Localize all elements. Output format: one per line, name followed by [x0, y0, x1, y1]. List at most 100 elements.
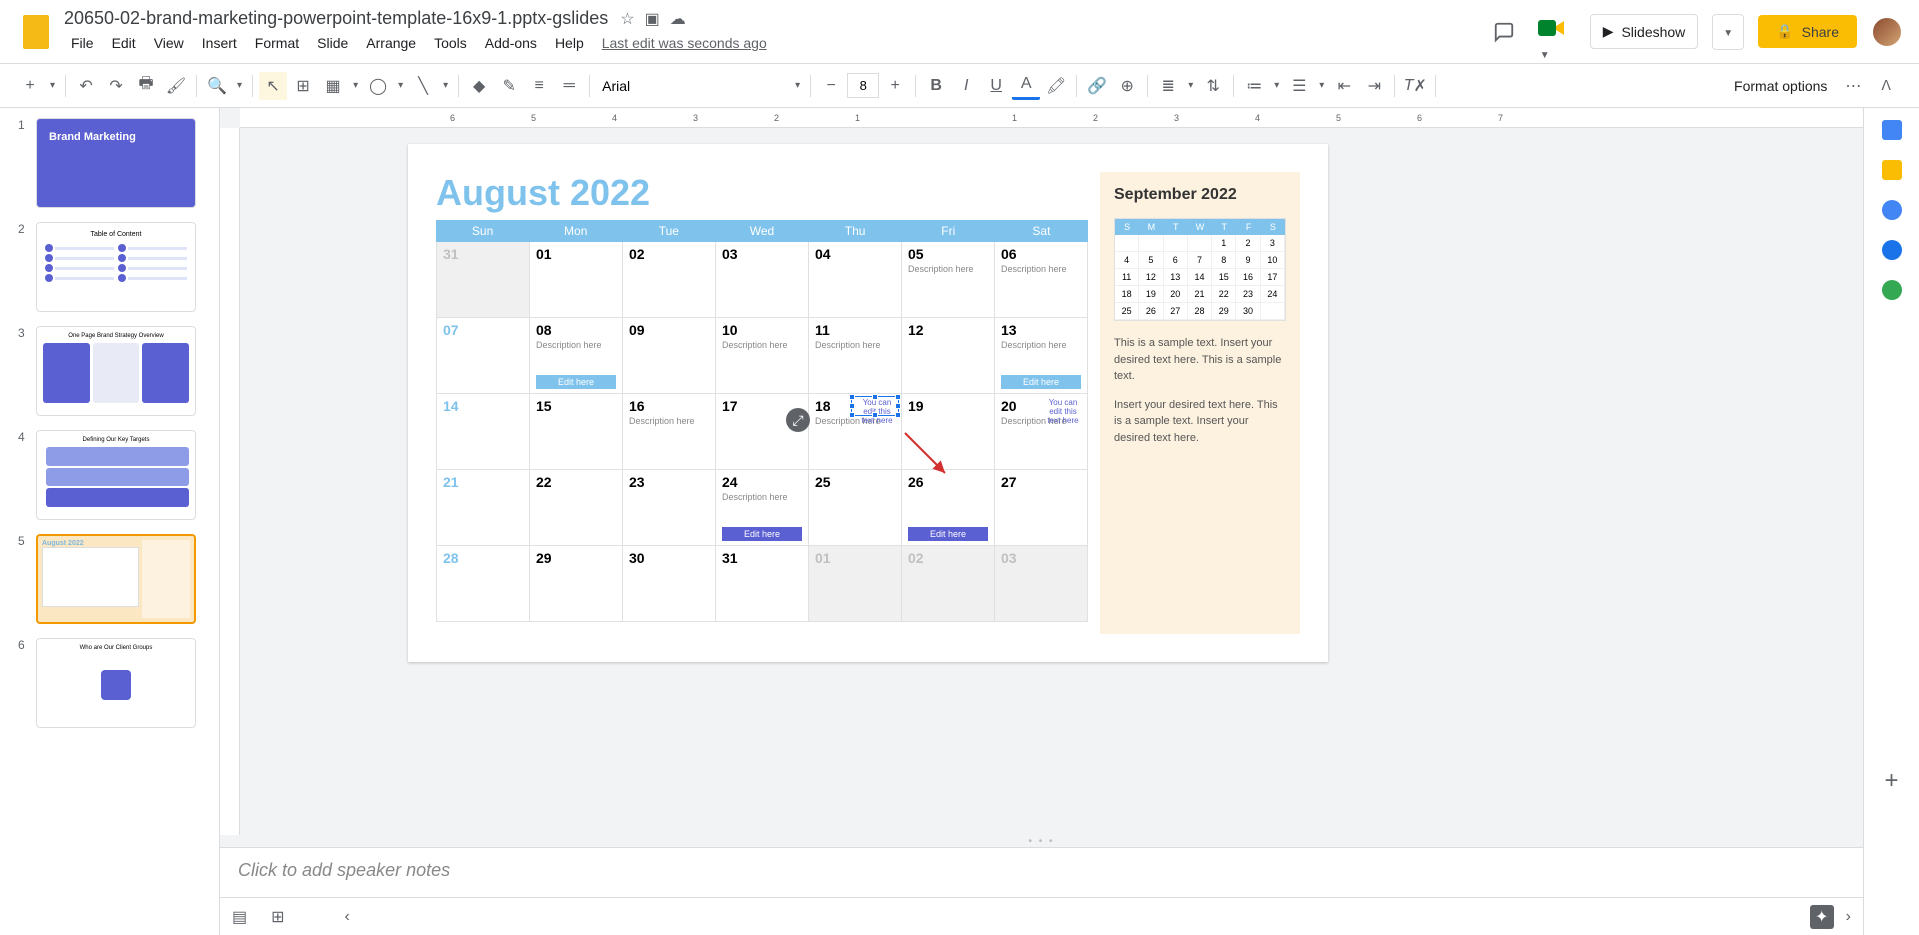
slide-thumb-1[interactable]: 1 Brand Marketing [18, 118, 215, 208]
calendar-cell[interactable]: 28 [437, 546, 530, 622]
calendar-cell[interactable]: 01 [809, 546, 902, 622]
account-avatar[interactable] [1871, 16, 1903, 48]
calendar-cell[interactable]: 17 [716, 394, 809, 470]
calendar-cell[interactable]: 14 [437, 394, 530, 470]
calendar-cell[interactable]: 02 [623, 242, 716, 318]
size-increase-button[interactable]: + [881, 72, 909, 100]
line-tool[interactable]: ╲ [409, 72, 437, 100]
slide-canvas[interactable]: August 2022 Sun Mon Tue Wed Thu Fri Sat … [408, 144, 1328, 662]
shape-dropdown[interactable]: ▾ [394, 80, 407, 91]
calendar-cell[interactable]: 12 [902, 318, 995, 394]
font-select[interactable] [596, 78, 789, 94]
cloud-icon[interactable]: ☁ [670, 9, 686, 29]
contacts-app-icon[interactable] [1882, 240, 1902, 260]
undo-button[interactable]: ↶ [72, 72, 100, 100]
calendar-cell[interactable]: 13Description hereEdit here [995, 318, 1088, 394]
slide-thumb-3[interactable]: 3 One Page Brand Strategy Overview [18, 326, 215, 416]
new-slide-dropdown[interactable]: ▾ [46, 80, 59, 91]
border-dash-button[interactable]: ═ [555, 72, 583, 100]
shape-tool[interactable]: ◯ [364, 72, 392, 100]
notes-splitter[interactable]: • • • [220, 835, 1863, 847]
slide-thumb-2[interactable]: 2 Table of Content [18, 222, 215, 312]
calendar-cell[interactable]: 07 [437, 318, 530, 394]
menu-arrange[interactable]: Arrange [359, 31, 423, 55]
redo-button[interactable]: ↷ [102, 72, 130, 100]
calendar-cell[interactable]: 15 [530, 394, 623, 470]
line-spacing-button[interactable]: ⇅ [1199, 72, 1227, 100]
calendar-app-icon[interactable] [1882, 120, 1902, 140]
font-size-input[interactable] [847, 73, 879, 98]
fill-color-button[interactable]: ◆ [465, 72, 493, 100]
last-edit[interactable]: Last edit was seconds ago [595, 31, 774, 55]
slides-panel[interactable]: 1 Brand Marketing 2 Table of Content 3 O… [0, 108, 220, 935]
maps-app-icon[interactable] [1882, 280, 1902, 300]
comments-icon[interactable] [1486, 14, 1522, 50]
numbered-list-button[interactable]: ≔ [1240, 72, 1268, 100]
highlight-button[interactable]: 🖍 [1042, 72, 1070, 100]
calendar-cell[interactable]: 21 [437, 470, 530, 546]
align-button[interactable]: ≣ [1154, 72, 1182, 100]
sample-text-1[interactable]: This is a sample text. Insert your desir… [1114, 335, 1286, 385]
add-app-button[interactable]: + [1884, 767, 1898, 795]
sample-text-2[interactable]: Insert your desired text here. This is a… [1114, 397, 1286, 447]
rotation-handle-icon[interactable]: ⤢ [786, 408, 810, 432]
size-decrease-button[interactable]: − [817, 72, 845, 100]
menu-file[interactable]: File [64, 31, 101, 55]
zoom-button[interactable]: 🔍 [203, 72, 231, 100]
bottom-next-button[interactable]: › [1846, 908, 1851, 926]
calendar-cell[interactable]: 25 [809, 470, 902, 546]
calendar-cell[interactable]: 11Description here [809, 318, 902, 394]
slide-thumb-6[interactable]: 6 Who are Our Client Groups [18, 638, 215, 728]
menu-slide[interactable]: Slide [310, 31, 355, 55]
menu-tools[interactable]: Tools [427, 31, 474, 55]
bold-button[interactable]: B [922, 72, 950, 100]
bulleted-dropdown[interactable]: ▾ [1315, 80, 1328, 91]
filmstrip-view-button[interactable]: ▤ [232, 907, 247, 927]
calendar-cell[interactable]: 18You can edit this text hereDescription… [809, 394, 902, 470]
calendar-cell[interactable]: 05Description here [902, 242, 995, 318]
border-weight-button[interactable]: ≡ [525, 72, 553, 100]
grid-view-button[interactable]: ⊞ [271, 907, 284, 927]
calendar-cell[interactable]: 09 [623, 318, 716, 394]
mini-calendar-panel[interactable]: September 2022 SMTWTFS 12345678910111213… [1100, 172, 1300, 634]
calendar-cell[interactable]: 03 [995, 546, 1088, 622]
calendar-cell[interactable]: 16Description here [623, 394, 716, 470]
doc-title[interactable]: 20650-02-brand-marketing-powerpoint-temp… [64, 8, 608, 29]
image-tool[interactable]: ▦ [319, 72, 347, 100]
paint-format-button[interactable]: 🖌 [162, 72, 190, 100]
meet-icon[interactable]: ▼ [1536, 16, 1576, 48]
image-dropdown[interactable]: ▾ [349, 80, 362, 91]
more-button[interactable]: ⋯ [1839, 72, 1867, 100]
italic-button[interactable]: I [952, 72, 980, 100]
calendar-cell[interactable]: 08Description hereEdit here [530, 318, 623, 394]
calendar-cell[interactable]: 22 [530, 470, 623, 546]
slides-logo[interactable] [16, 12, 56, 52]
zoom-dropdown[interactable]: ▾ [233, 80, 246, 91]
slideshow-dropdown[interactable]: ▼ [1712, 14, 1744, 50]
calendar-grid[interactable]: 310102030405Description here06Descriptio… [436, 242, 1088, 622]
clear-format-button[interactable]: T✗ [1401, 72, 1429, 100]
star-icon[interactable]: ☆ [620, 9, 634, 29]
calendar-cell[interactable]: 02 [902, 546, 995, 622]
move-icon[interactable]: ▣ [645, 9, 660, 29]
new-slide-button[interactable]: + [16, 72, 44, 100]
font-dropdown[interactable]: ▾ [791, 80, 804, 91]
indent-increase-button[interactable]: ⇥ [1360, 72, 1388, 100]
border-color-button[interactable]: ✎ [495, 72, 523, 100]
calendar-cell[interactable]: 23 [623, 470, 716, 546]
tasks-app-icon[interactable] [1882, 200, 1902, 220]
menu-insert[interactable]: Insert [195, 31, 244, 55]
slide-thumb-4[interactable]: 4 Defining Our Key Targets [18, 430, 215, 520]
calendar-cell[interactable]: 03 [716, 242, 809, 318]
collapse-panel-button[interactable]: ‹ [345, 908, 350, 926]
print-button[interactable]: 🖶 [132, 72, 160, 100]
canvas-area[interactable]: 6543211234567 August 2022 Sun Mon Tue We… [220, 108, 1863, 935]
calendar-cell[interactable]: 01 [530, 242, 623, 318]
month-title[interactable]: August 2022 [436, 172, 1088, 214]
calendar-cell[interactable]: 27 [995, 470, 1088, 546]
line-dropdown[interactable]: ▾ [439, 80, 452, 91]
calendar-cell[interactable]: 24Description hereEdit here [716, 470, 809, 546]
underline-button[interactable]: U [982, 72, 1010, 100]
select-tool[interactable]: ↖ [259, 72, 287, 100]
textbox-tool[interactable]: ⊞ [289, 72, 317, 100]
